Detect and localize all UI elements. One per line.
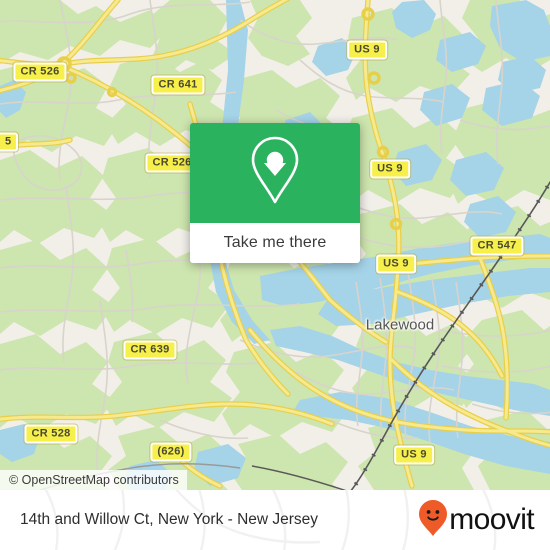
place-label: Lakewood — [365, 316, 435, 334]
road-shield[interactable]: CR 641 — [151, 75, 205, 95]
moovit-smiley-pin-icon — [418, 499, 448, 542]
moovit-wordmark: moovit — [449, 503, 534, 536]
osm-attribution[interactable]: © OpenStreetMap contributors — [0, 470, 187, 490]
road-shield[interactable]: US 9 — [394, 445, 434, 465]
road-shield[interactable]: CR 547 — [470, 236, 524, 256]
take-me-there-label: Take me there — [223, 234, 327, 251]
road-shield[interactable]: 5 — [0, 132, 19, 152]
popup-footer[interactable]: Take me there — [190, 223, 360, 263]
address-title: 14th and Willow Ct, New York - New Jerse… — [20, 511, 319, 528]
road-shield[interactable]: CR 528 — [24, 424, 78, 444]
moovit-logo[interactable]: moovit — [418, 499, 535, 542]
road-shield[interactable]: US 9 — [370, 159, 410, 179]
road-shield[interactable]: CR 526 — [13, 62, 67, 82]
road-shield[interactable]: US 9 — [376, 254, 416, 274]
road-shield[interactable]: CR 639 — [123, 340, 177, 360]
map-screenshot: CR 526 CR 641 5 CR 526 US 9 US 9 US 9 CR 547 CR … — [0, 0, 550, 550]
popup-pointer-tail — [264, 163, 286, 176]
bottom-bar: 14th and Willow Ct, New York - New Jerse… — [0, 490, 550, 550]
road-shield[interactable]: US 9 — [347, 40, 387, 60]
road-shield[interactable]: (626) — [150, 442, 192, 462]
location-popup-card[interactable]: Take me there — [190, 123, 360, 263]
